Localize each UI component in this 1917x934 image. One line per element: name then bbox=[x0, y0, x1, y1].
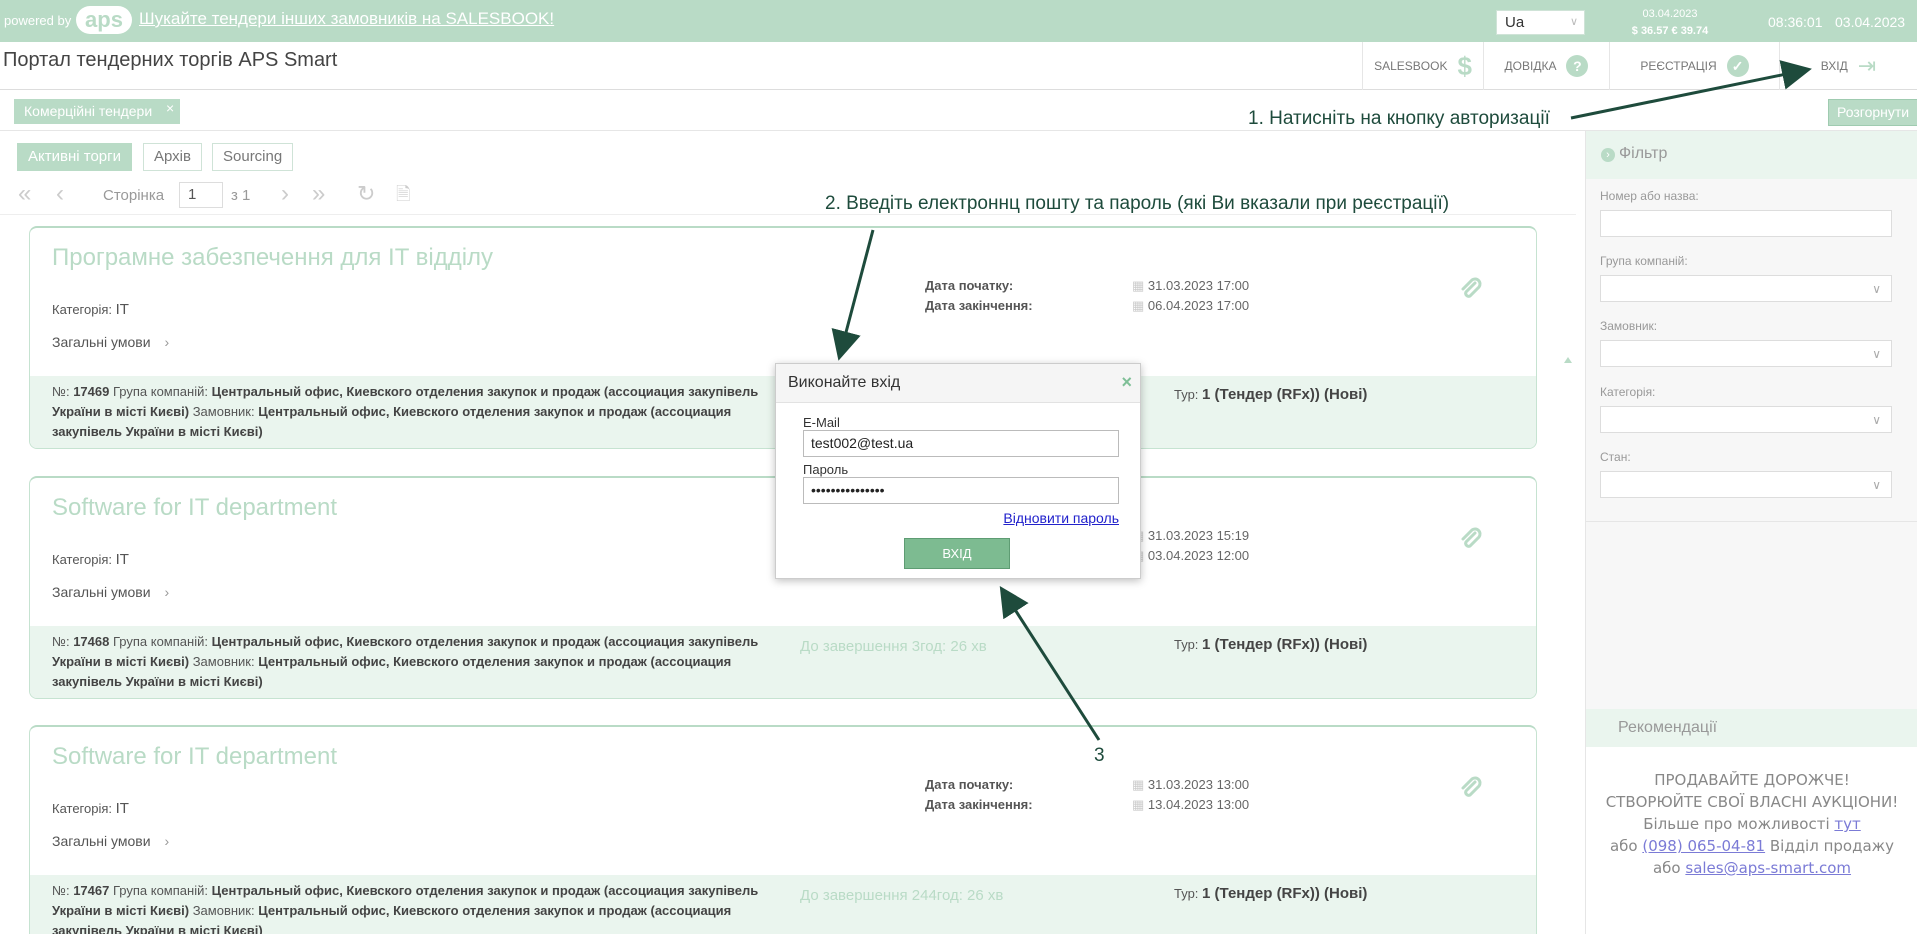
app: powered by aps Шукайте тендери інших зам… bbox=[0, 0, 1917, 934]
annotation-step-3: 3 bbox=[1094, 745, 1105, 766]
arrow-to-submit bbox=[999, 585, 1101, 741]
annotation-step-2: 2. Введіть електроннц пошту та пароль (я… bbox=[825, 193, 1450, 214]
arrow-to-form bbox=[831, 229, 875, 361]
annotation-arrows bbox=[831, 60, 1812, 741]
annotation-step-1: 1. Натисніть на кнопку авторизації bbox=[1248, 108, 1550, 129]
arrow-to-login bbox=[1570, 60, 1812, 120]
